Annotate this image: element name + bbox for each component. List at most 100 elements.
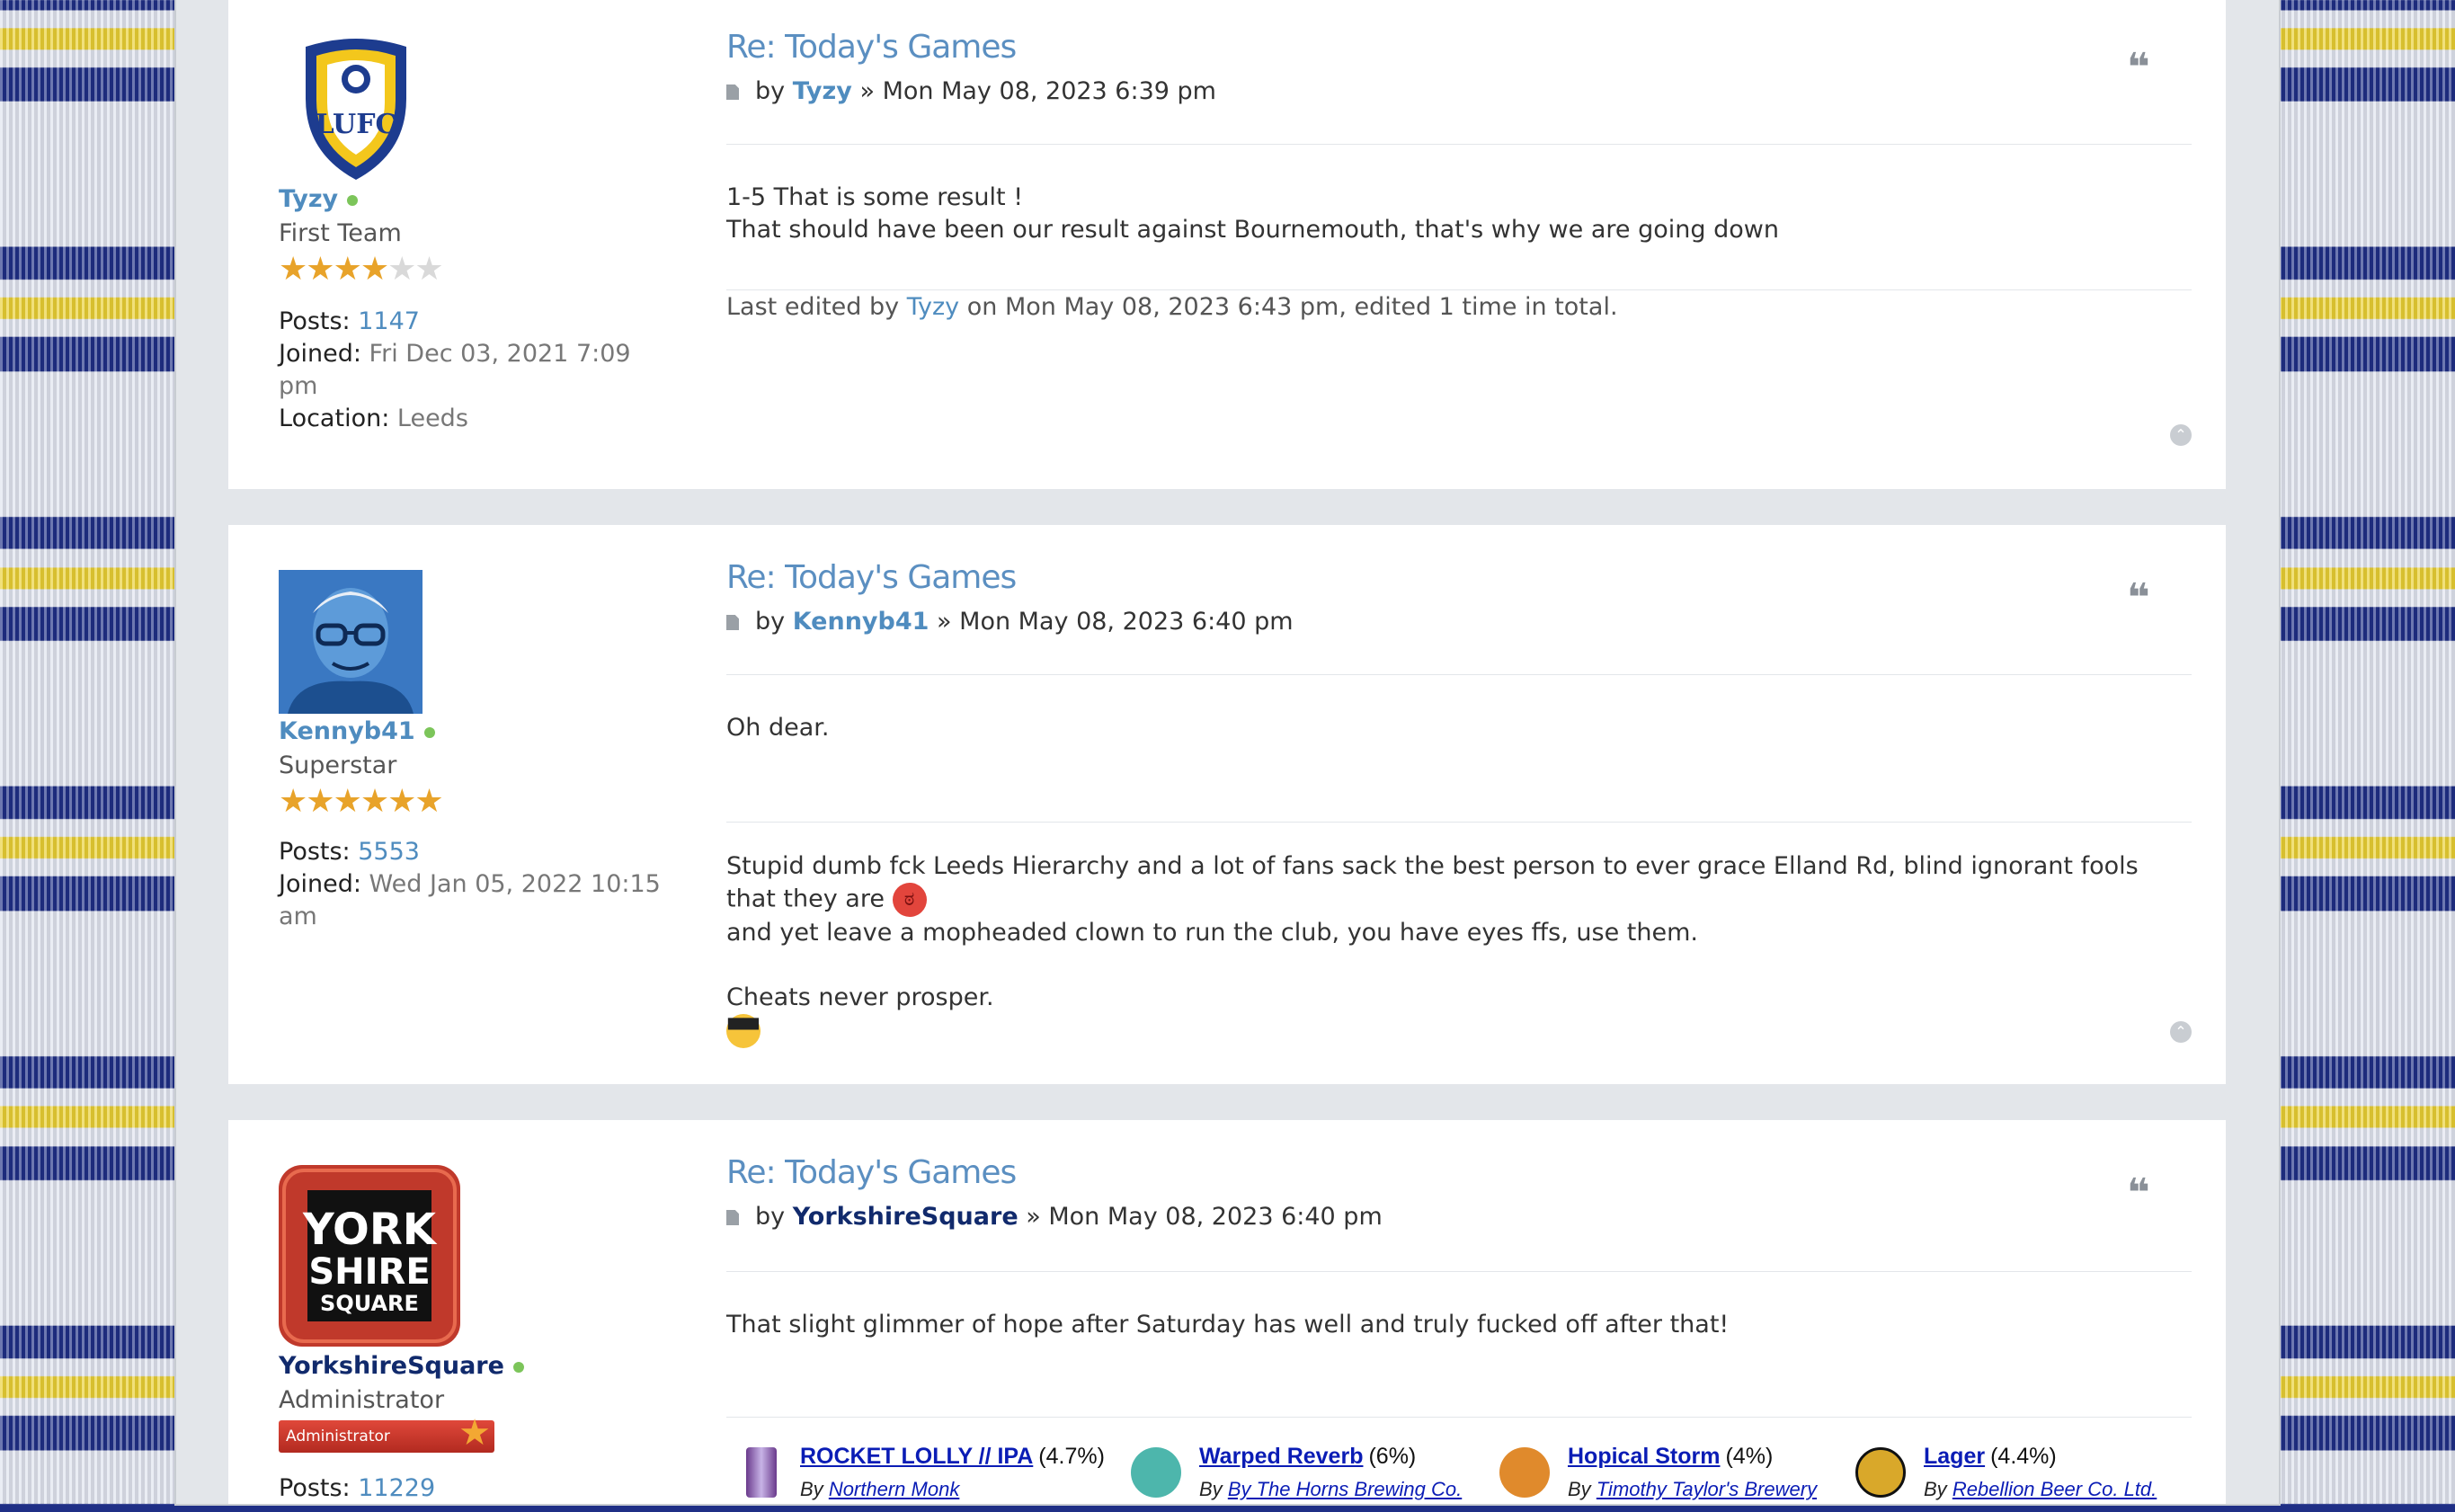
post-icon[interactable] bbox=[726, 84, 739, 100]
post-byline: by YorkshireSquare » Mon May 08, 2023 6:… bbox=[726, 1203, 1383, 1231]
svg-text:SQUARE: SQUARE bbox=[320, 1291, 419, 1316]
leeds-crest-icon: LUFC bbox=[306, 39, 406, 180]
user-stats: Posts: 5553 Joined: Wed Jan 05, 2022 10:… bbox=[279, 836, 674, 933]
back-to-top-icon[interactable]: ⌃ bbox=[2170, 424, 2192, 446]
brewery-link[interactable]: Rebellion Beer Co. Ltd. bbox=[1952, 1478, 2157, 1500]
beer-name-link[interactable]: ROCKET LOLLY // IPA (4.7%) bbox=[800, 1444, 1105, 1470]
post-text-line: That should have been our result against… bbox=[726, 216, 1779, 244]
svg-text:SHIRE: SHIRE bbox=[308, 1251, 430, 1293]
divider bbox=[726, 144, 2192, 145]
beer-badge-icon bbox=[1131, 1447, 1181, 1498]
star-icon: ★ bbox=[333, 783, 362, 820]
star-icon: ★ bbox=[306, 783, 334, 820]
beer-name-link[interactable]: Warped Reverb (6%) bbox=[1199, 1444, 1416, 1470]
star-icon: ★ bbox=[414, 783, 443, 820]
avatar[interactable] bbox=[279, 570, 423, 714]
post-content: Re: Today's Games ❝ by Kennyb41 » Mon Ma… bbox=[726, 525, 2192, 1084]
quote-icon[interactable]: ❝ bbox=[2127, 1174, 2150, 1214]
username-text[interactable]: YorkshireSquare bbox=[279, 1352, 504, 1380]
post: LUFC Tyzy First Team ★★★★★★ Posts: 1147 … bbox=[228, 0, 2226, 489]
post-byline: by Kennyb41 » Mon May 08, 2023 6:40 pm bbox=[726, 608, 1294, 636]
star-icon: ★ bbox=[306, 251, 334, 288]
signature-line: and yet leave a mopheaded clown to run t… bbox=[726, 919, 1698, 947]
rank-badge: Administrator ★ bbox=[279, 1412, 494, 1454]
divider bbox=[726, 1271, 2192, 1272]
post-count-link[interactable]: 5553 bbox=[358, 838, 420, 866]
background-left bbox=[0, 0, 176, 1504]
beer-item: ROCKET LOLLY // IPA (4.7%) By Northern Mo… bbox=[726, 1422, 1113, 1512]
post-body: That slight glimmer of hope after Saturd… bbox=[726, 1311, 1730, 1339]
username[interactable]: Tyzy bbox=[279, 185, 359, 213]
beer-name-link[interactable]: Hopical Storm (4%) bbox=[1568, 1444, 1773, 1470]
rank-badge-text: Administrator bbox=[286, 1428, 390, 1445]
beer-abv: (4.4%) bbox=[1990, 1444, 2057, 1469]
quote-icon[interactable]: ❝ bbox=[2127, 49, 2150, 88]
star-icon: ★ bbox=[279, 783, 307, 820]
star-icon: ★ bbox=[333, 251, 362, 288]
divider bbox=[726, 289, 2192, 290]
beer-abv: (6%) bbox=[1368, 1444, 1417, 1469]
posts-label: Posts: bbox=[279, 838, 351, 866]
signature: Stupid dumb fck Leeds Hierarchy and a lo… bbox=[726, 850, 2192, 1048]
post: Kennyb41 Superstar ★★★★★★ Posts: 5553 Jo… bbox=[228, 525, 2226, 1084]
portrait-avatar-icon bbox=[279, 570, 423, 714]
rank-stars: ★★★★★★ bbox=[279, 783, 444, 820]
star-badge-icon: ★ bbox=[458, 1412, 491, 1454]
back-to-top-icon[interactable]: ⌃ bbox=[2170, 1021, 2192, 1043]
beer-abv: (4%) bbox=[1725, 1444, 1774, 1469]
angry-face-icon: ಠ bbox=[892, 883, 927, 917]
signature-divider bbox=[726, 822, 2192, 823]
post-count-link[interactable]: 1147 bbox=[358, 307, 420, 335]
edit-user-link[interactable]: Tyzy bbox=[907, 293, 959, 321]
joined-label: Joined: bbox=[279, 870, 361, 898]
post-content: Re: Today's Games ❝ by YorkshireSquare »… bbox=[726, 1120, 2192, 1504]
avatar[interactable]: YORK SHIRE SQUARE bbox=[279, 1165, 460, 1347]
beer-abv: (4.7%) bbox=[1038, 1444, 1105, 1469]
signature-line: Stupid dumb fck Leeds Hierarchy and a lo… bbox=[726, 852, 2139, 913]
username[interactable]: Kennyb41 bbox=[279, 717, 435, 745]
post-title[interactable]: Re: Today's Games bbox=[726, 29, 1017, 66]
beer-can-icon bbox=[746, 1447, 777, 1498]
sunglasses-face-icon: ▀▀ bbox=[726, 1014, 761, 1048]
author-link[interactable]: Kennyb41 bbox=[793, 608, 930, 636]
brewery-link[interactable]: Northern Monk bbox=[829, 1478, 960, 1500]
beer-list: ROCKET LOLLY // IPA (4.7%) By Northern Mo… bbox=[726, 1422, 2192, 1512]
online-indicator-icon bbox=[347, 194, 359, 206]
username-text[interactable]: Kennyb41 bbox=[279, 717, 415, 745]
separator: » bbox=[937, 608, 952, 636]
signature-line: Cheats never prosper. bbox=[726, 983, 994, 1011]
brewery-link[interactable]: By The Horns Brewing Co. bbox=[1228, 1478, 1462, 1500]
background-right bbox=[2279, 0, 2455, 1504]
quote-icon[interactable]: ❝ bbox=[2127, 579, 2150, 618]
signature-divider bbox=[726, 1417, 2192, 1418]
user-stats: Posts: 1147 Joined: Fri Dec 03, 2021 7:0… bbox=[279, 306, 674, 435]
post-icon[interactable] bbox=[726, 1210, 739, 1225]
beer-brewery: By Timothy Taylor's Brewery bbox=[1568, 1478, 1818, 1500]
avatar[interactable]: LUFC bbox=[297, 36, 415, 182]
star-icon: ★ bbox=[360, 251, 389, 288]
page-wrap: LUFC Tyzy First Team ★★★★★★ Posts: 1147 … bbox=[176, 0, 2279, 1504]
username[interactable]: YorkshireSquare bbox=[279, 1352, 524, 1380]
beer-brewery: By By The Horns Brewing Co. bbox=[1199, 1478, 1463, 1500]
post-content: Re: Today's Games ❝ by Tyzy » Mon May 08… bbox=[726, 0, 2192, 489]
post-icon[interactable] bbox=[726, 615, 739, 630]
beer-badge-icon bbox=[1855, 1447, 1906, 1498]
post-count-link[interactable]: 11229 bbox=[358, 1474, 435, 1502]
star-icon: ★ bbox=[387, 783, 416, 820]
user-rank: First Team bbox=[279, 219, 402, 247]
username-text[interactable]: Tyzy bbox=[279, 185, 338, 213]
brewery-link[interactable]: Timothy Taylor's Brewery bbox=[1597, 1478, 1817, 1500]
post-date: Mon May 08, 2023 6:40 pm bbox=[1048, 1203, 1383, 1231]
separator: » bbox=[859, 77, 875, 105]
post-title[interactable]: Re: Today's Games bbox=[726, 559, 1017, 596]
post-title[interactable]: Re: Today's Games bbox=[726, 1154, 1017, 1191]
separator: » bbox=[1026, 1203, 1041, 1231]
beer-name-link[interactable]: Lager (4.4%) bbox=[1924, 1444, 2057, 1470]
user-stats: Posts: 11229 bbox=[279, 1472, 435, 1505]
post-date: Mon May 08, 2023 6:39 pm bbox=[882, 77, 1216, 105]
edit-notice: Last edited by Tyzy on Mon May 08, 2023 … bbox=[726, 291, 2192, 324]
online-indicator-icon bbox=[423, 726, 435, 738]
author-link[interactable]: Tyzy bbox=[793, 77, 852, 105]
beer-brewery: By Northern Monk bbox=[800, 1478, 960, 1500]
author-link[interactable]: YorkshireSquare bbox=[793, 1203, 1018, 1231]
